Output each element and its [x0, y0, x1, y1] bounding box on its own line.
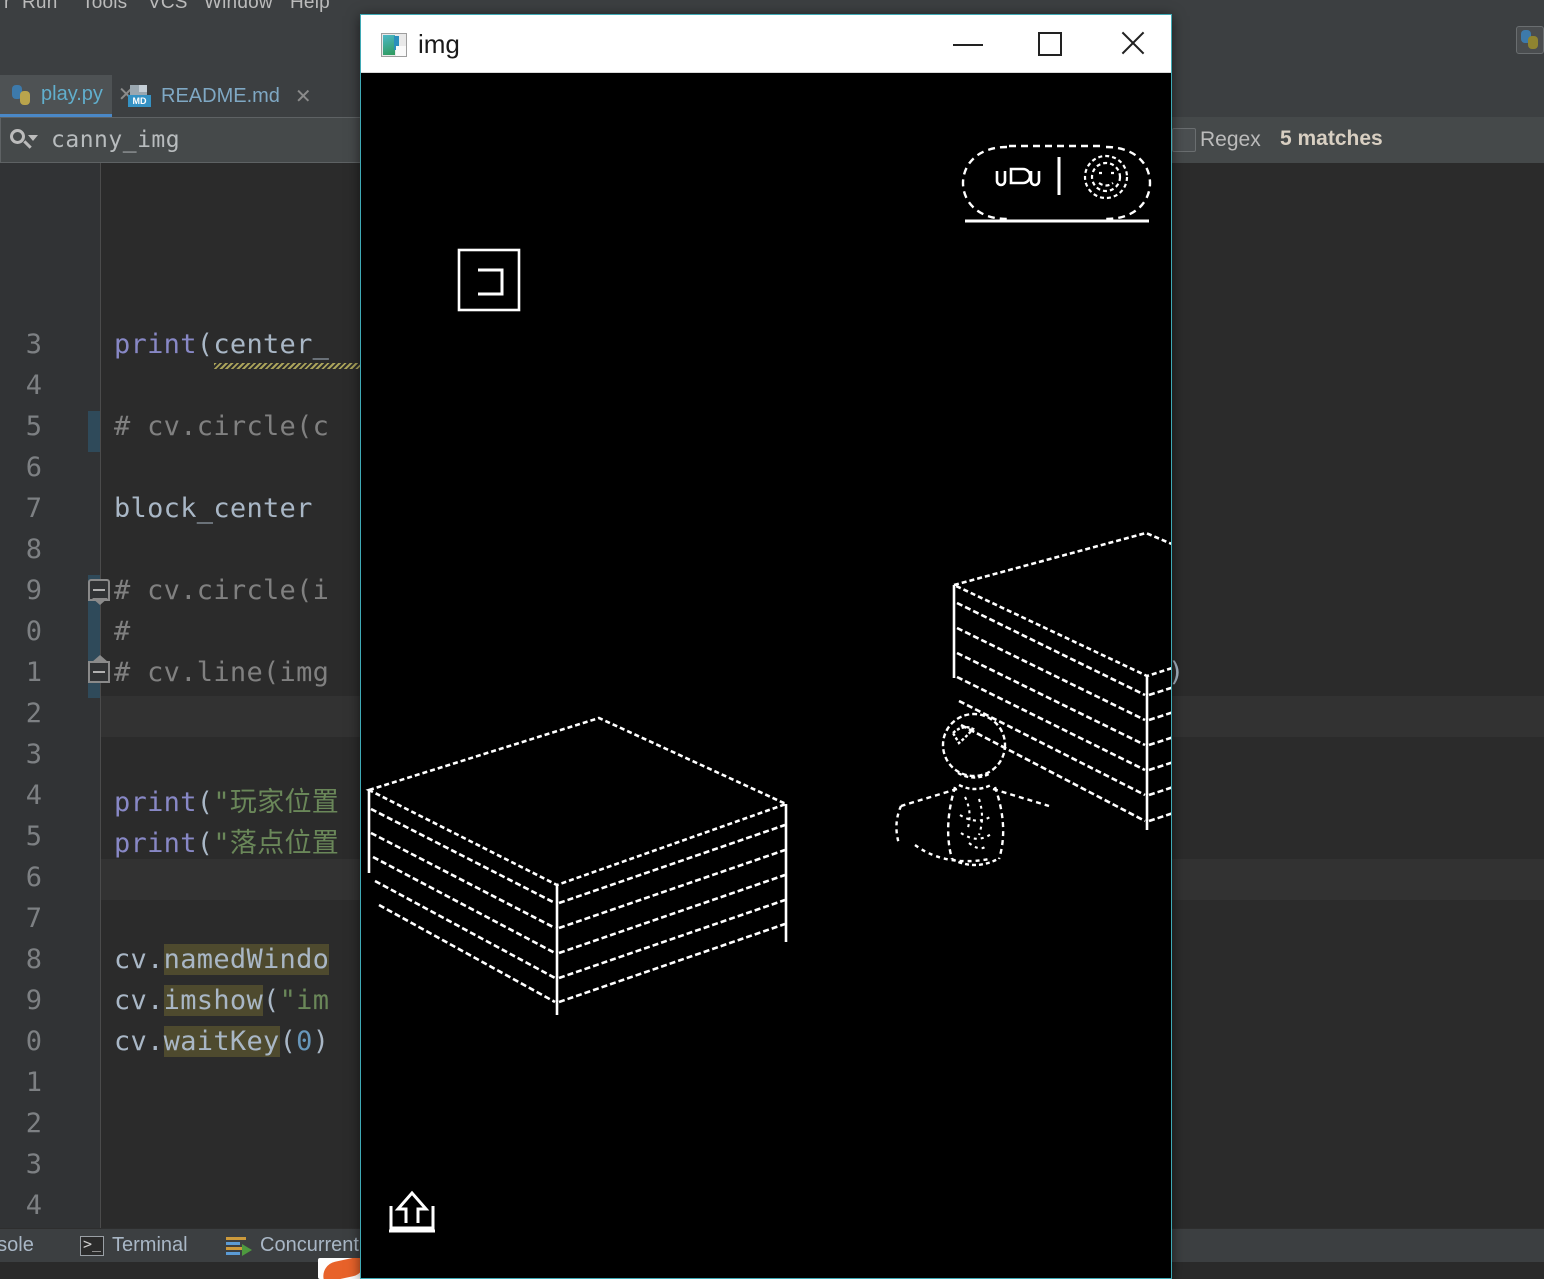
code-token: ( [196, 787, 214, 818]
line-number: 7 [25, 903, 42, 934]
code-token: cv. [114, 944, 164, 975]
code-line: cv.namedWindo [114, 944, 330, 975]
code-line: # cv.line(img [114, 657, 329, 688]
code-token: block_center [114, 493, 313, 524]
line-number: 9 [25, 985, 42, 1016]
maximize-button[interactable] [1011, 15, 1091, 71]
menu-item-help[interactable]: Help [290, 0, 330, 14]
line-number: 0 [25, 1026, 42, 1057]
line-number: 5 [25, 411, 42, 442]
search-input-value: canny_img [51, 127, 181, 153]
code-token: 0 [296, 1026, 313, 1057]
tab-label: README.md [161, 84, 280, 107]
code-line: # cv.circle(i [114, 575, 329, 606]
code-token: cv. [114, 985, 164, 1016]
tool-window-label: Terminal [112, 1234, 188, 1256]
image-window-icon [381, 33, 407, 57]
code-token: print [114, 329, 197, 360]
match-count-label: 5 matches [1280, 127, 1383, 150]
code-token: print [114, 787, 197, 818]
code-token: "玩家位置 [213, 787, 340, 818]
line-number: 1 [25, 657, 42, 688]
code-token: ( [279, 1026, 297, 1057]
line-number: 2 [25, 1108, 42, 1139]
code-line: block_center [114, 493, 313, 524]
code-token: # cv.circle(i [114, 575, 330, 606]
tab-label: play.py [41, 83, 103, 105]
tab-play-py[interactable]: play.py ✕ [0, 75, 135, 117]
menu-item-0[interactable]: r [4, 0, 11, 14]
menu-item-window[interactable]: Window [204, 0, 273, 14]
close-button[interactable] [1092, 15, 1172, 71]
code-line: cv.waitKey(0) [114, 1026, 329, 1057]
code-token: # cv.circle(c [114, 411, 330, 442]
menu-item-tools[interactable]: Tools [82, 0, 127, 14]
line-number: 4 [25, 780, 42, 811]
concurrency-diagram-icon [226, 1236, 252, 1256]
line-number: 1 [25, 1067, 42, 1098]
code-token: "落点位置 [213, 828, 340, 859]
markdown-file-icon: MD [128, 85, 152, 107]
code-line: cv.imshow("im [114, 985, 329, 1016]
line-number: 5 [25, 821, 42, 852]
terminal-icon [80, 1234, 104, 1256]
tool-window-terminal[interactable]: Terminal [80, 1234, 188, 1257]
line-number-gutter: 3 4 5 6 7 8 9 0 1 2 3 4 5 6 7 8 9 0 1 2 … [0, 163, 101, 1228]
code-token-match: imshow [163, 985, 264, 1016]
canny-edge-image-canvas[interactable] [361, 73, 1171, 1278]
edge-detection-render [361, 73, 1171, 1278]
tool-window-concurrency[interactable]: Concurrent A [226, 1234, 377, 1257]
python-file-icon [12, 84, 32, 105]
code-token-match: waitKey [163, 1026, 280, 1057]
line-number: 0 [25, 616, 42, 647]
code-line: print("落点位置 [114, 821, 339, 860]
code-token: cv. [114, 1026, 164, 1057]
code-token: print [114, 828, 197, 859]
window-title-bar[interactable]: img [361, 15, 1171, 73]
tool-window-python-console[interactable]: nsole [0, 1234, 34, 1257]
line-number: 4 [25, 370, 42, 401]
code-token: # [114, 616, 131, 647]
code-token-match: namedWindo [163, 944, 330, 975]
menu-item-vcs[interactable]: VCS [148, 0, 188, 14]
regex-label: Regex [1200, 128, 1261, 151]
search-icon[interactable] [7, 125, 38, 155]
code-line: print("玩家位置 [114, 780, 339, 819]
line-number: 3 [25, 329, 42, 360]
minimize-button[interactable] [929, 15, 1009, 71]
line-number: 9 [25, 575, 42, 606]
line-number: 3 [25, 1149, 42, 1180]
tool-window-label: nsole [0, 1234, 34, 1256]
tab-readme-md[interactable]: MD README.md ✕ [116, 75, 312, 117]
window-title: img [418, 29, 460, 59]
line-number: 4 [25, 1190, 42, 1221]
code-line: # [114, 616, 131, 647]
tab-close-icon[interactable]: ✕ [295, 84, 312, 109]
regex-checkbox[interactable] [1172, 128, 1196, 152]
line-number: 8 [25, 534, 42, 565]
opencv-image-window[interactable]: img [360, 14, 1172, 1279]
line-number: 6 [25, 862, 42, 893]
code-token: # cv.line(img [114, 657, 330, 688]
code-token: (center_ [196, 329, 330, 360]
fold-selection-bar [88, 411, 100, 452]
line-number: 3 [25, 739, 42, 770]
code-line: print(center_ [114, 329, 329, 360]
code-line: # cv.circle(c [114, 411, 329, 442]
code-token: ( [196, 828, 214, 859]
code-token: ) [312, 1026, 330, 1057]
line-number: 2 [25, 698, 42, 729]
code-token: ( [263, 985, 280, 1016]
python-run-icon[interactable] [1516, 26, 1544, 54]
line-number: 6 [25, 452, 42, 483]
line-number: 8 [25, 944, 42, 975]
code-token: "im [279, 985, 330, 1016]
line-number: 7 [25, 493, 42, 524]
menu-item-run[interactable]: Run [22, 0, 57, 14]
